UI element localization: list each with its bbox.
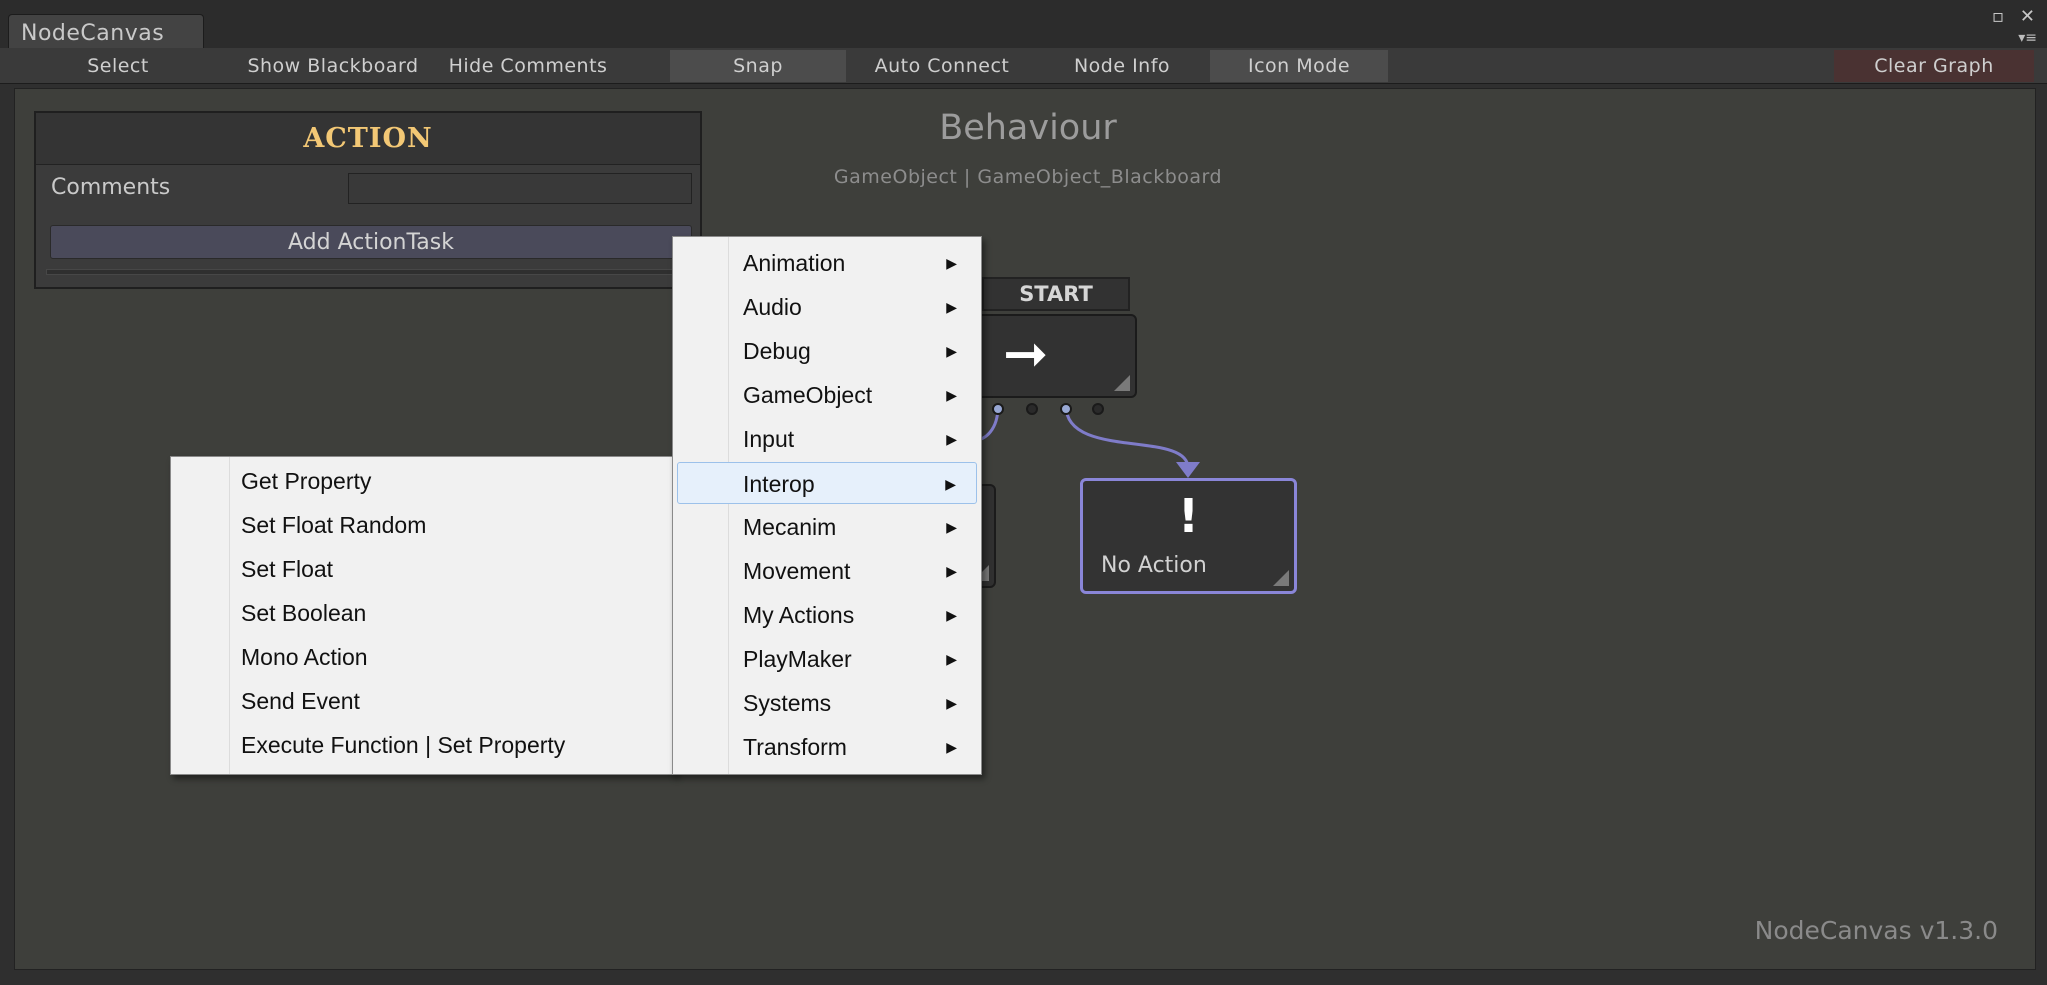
menu-item-label: Systems — [743, 690, 832, 716]
resize-handle-icon[interactable] — [1273, 570, 1289, 586]
output-port[interactable] — [1026, 403, 1038, 415]
menu-item-label: Mecanim — [743, 514, 837, 540]
hide-comments-button[interactable]: Hide Comments — [430, 50, 626, 82]
menu-item-label: Mono Action — [241, 644, 368, 670]
action-category-menu: Animation ▶ Audio ▶ Debug ▶ GameObject ▶ Inp… — [672, 236, 982, 775]
menu-item-mono-action[interactable]: Mono Action — [171, 636, 675, 678]
graph-title: Behaviour — [939, 108, 1117, 148]
output-port[interactable] — [1092, 403, 1104, 415]
menu-item-label: Audio — [743, 294, 802, 320]
inspector-separator — [46, 269, 694, 275]
menu-item-label: My Actions — [743, 602, 855, 628]
menu-item-label: Input — [743, 426, 795, 452]
comments-label: Comments — [51, 175, 171, 200]
menu-item-set-float[interactable]: Set Float — [171, 548, 675, 590]
menu-item-label: Debug — [743, 338, 811, 364]
submenu-arrow-icon: ▶ — [946, 387, 957, 403]
menu-item-transform[interactable]: Transform ▶ — [673, 726, 981, 768]
menu-item-label: Interop — [743, 471, 815, 497]
submenu-arrow-icon: ▶ — [946, 739, 957, 755]
menu-item-label: GameObject — [743, 382, 873, 408]
submenu-arrow-icon: ▶ — [946, 651, 957, 667]
submenu-arrow-icon: ▶ — [946, 519, 957, 535]
output-port[interactable] — [1060, 403, 1072, 415]
arrow-right-icon: ➞ — [1003, 322, 1049, 385]
no-action-node[interactable]: ! No Action — [1080, 478, 1297, 594]
comments-field[interactable] — [348, 173, 692, 204]
no-action-label: No Action — [1101, 553, 1207, 578]
menu-item-label: Send Event — [241, 688, 360, 714]
close-icon[interactable]: ✕ — [2020, 6, 2035, 27]
submenu-arrow-icon: ▶ — [946, 431, 957, 447]
interop-submenu: Get Property Set Float Random Set Float … — [170, 456, 676, 775]
output-port[interactable] — [992, 403, 1004, 415]
restore-icon[interactable]: ▫ — [1992, 6, 2004, 27]
menu-item-audio[interactable]: Audio ▶ — [673, 286, 981, 328]
add-action-task-button[interactable]: Add ActionTask — [50, 225, 692, 259]
menu-item-send-event[interactable]: Send Event — [171, 680, 675, 722]
title-bar: NodeCanvas ▫ ✕ ▾≡ — [0, 0, 2047, 50]
menu-item-input[interactable]: Input ▶ — [673, 418, 981, 460]
submenu-arrow-icon: ▶ — [946, 563, 957, 579]
menu-item-mecanim[interactable]: Mecanim ▶ — [673, 506, 981, 548]
menu-item-label: Transform — [743, 734, 847, 760]
menu-item-label: Set Boolean — [241, 600, 367, 626]
show-blackboard-button[interactable]: Show Blackboard — [236, 50, 430, 82]
menu-item-systems[interactable]: Systems ▶ — [673, 682, 981, 724]
menu-item-label: PlayMaker — [743, 646, 852, 672]
graph-subtitle: GameObject | GameObject_Blackboard — [833, 166, 1223, 188]
menu-item-animation[interactable]: Animation ▶ — [673, 242, 981, 284]
resize-handle-icon[interactable] — [1114, 375, 1130, 391]
menu-item-label: Get Property — [241, 468, 372, 494]
menu-item-debug[interactable]: Debug ▶ — [673, 330, 981, 372]
submenu-arrow-icon: ▶ — [946, 695, 957, 711]
start-node-header: START — [982, 277, 1130, 311]
nodecanvas-window: NodeCanvas ▫ ✕ ▾≡ Select Show Blackboard… — [0, 0, 2047, 985]
submenu-arrow-icon: ▶ — [945, 476, 956, 492]
snap-button[interactable]: Snap — [670, 50, 846, 82]
menu-item-label: Set Float Random — [241, 512, 427, 538]
select-button[interactable]: Select — [0, 50, 236, 82]
auto-connect-button[interactable]: Auto Connect — [850, 50, 1034, 82]
menu-item-interop[interactable]: Interop ▶ — [677, 462, 977, 504]
menu-item-label: Execute Function | Set Property — [241, 732, 566, 758]
inspector-title: ACTION — [36, 113, 700, 165]
submenu-arrow-icon: ▶ — [946, 607, 957, 623]
menu-item-execute-function[interactable]: Execute Function | Set Property — [171, 724, 675, 766]
clear-graph-button[interactable]: Clear Graph — [1834, 50, 2034, 82]
menu-item-label: Set Float — [241, 556, 334, 582]
menu-item-get-property[interactable]: Get Property — [171, 460, 675, 502]
version-label: NodeCanvas v1.3.0 — [1754, 916, 1998, 945]
warning-icon: ! — [1178, 489, 1199, 543]
window-controls: ▫ ✕ — [1982, 6, 2035, 27]
window-tab[interactable]: NodeCanvas — [8, 14, 204, 50]
menu-item-label: Movement — [743, 558, 851, 584]
submenu-arrow-icon: ▶ — [946, 299, 957, 315]
start-node[interactable]: ➞ — [975, 314, 1137, 398]
menu-item-label: Animation — [743, 250, 846, 276]
menu-item-my-actions[interactable]: My Actions ▶ — [673, 594, 981, 636]
node-info-button[interactable]: Node Info — [1034, 50, 1210, 82]
menu-item-set-boolean[interactable]: Set Boolean — [171, 592, 675, 634]
node-inspector-panel: ACTION Comments Add ActionTask — [34, 111, 702, 289]
menu-icon[interactable]: ▾≡ — [2018, 30, 2037, 46]
submenu-arrow-icon: ▶ — [946, 255, 957, 271]
menu-item-playmaker[interactable]: PlayMaker ▶ — [673, 638, 981, 680]
toolbar: Select Show Blackboard Hide Comments Sna… — [0, 48, 2047, 84]
icon-mode-button[interactable]: Icon Mode — [1210, 50, 1388, 82]
submenu-arrow-icon: ▶ — [946, 343, 957, 359]
menu-item-gameobject[interactable]: GameObject ▶ — [673, 374, 981, 416]
menu-item-movement[interactable]: Movement ▶ — [673, 550, 981, 592]
menu-item-set-float-random[interactable]: Set Float Random — [171, 504, 675, 546]
